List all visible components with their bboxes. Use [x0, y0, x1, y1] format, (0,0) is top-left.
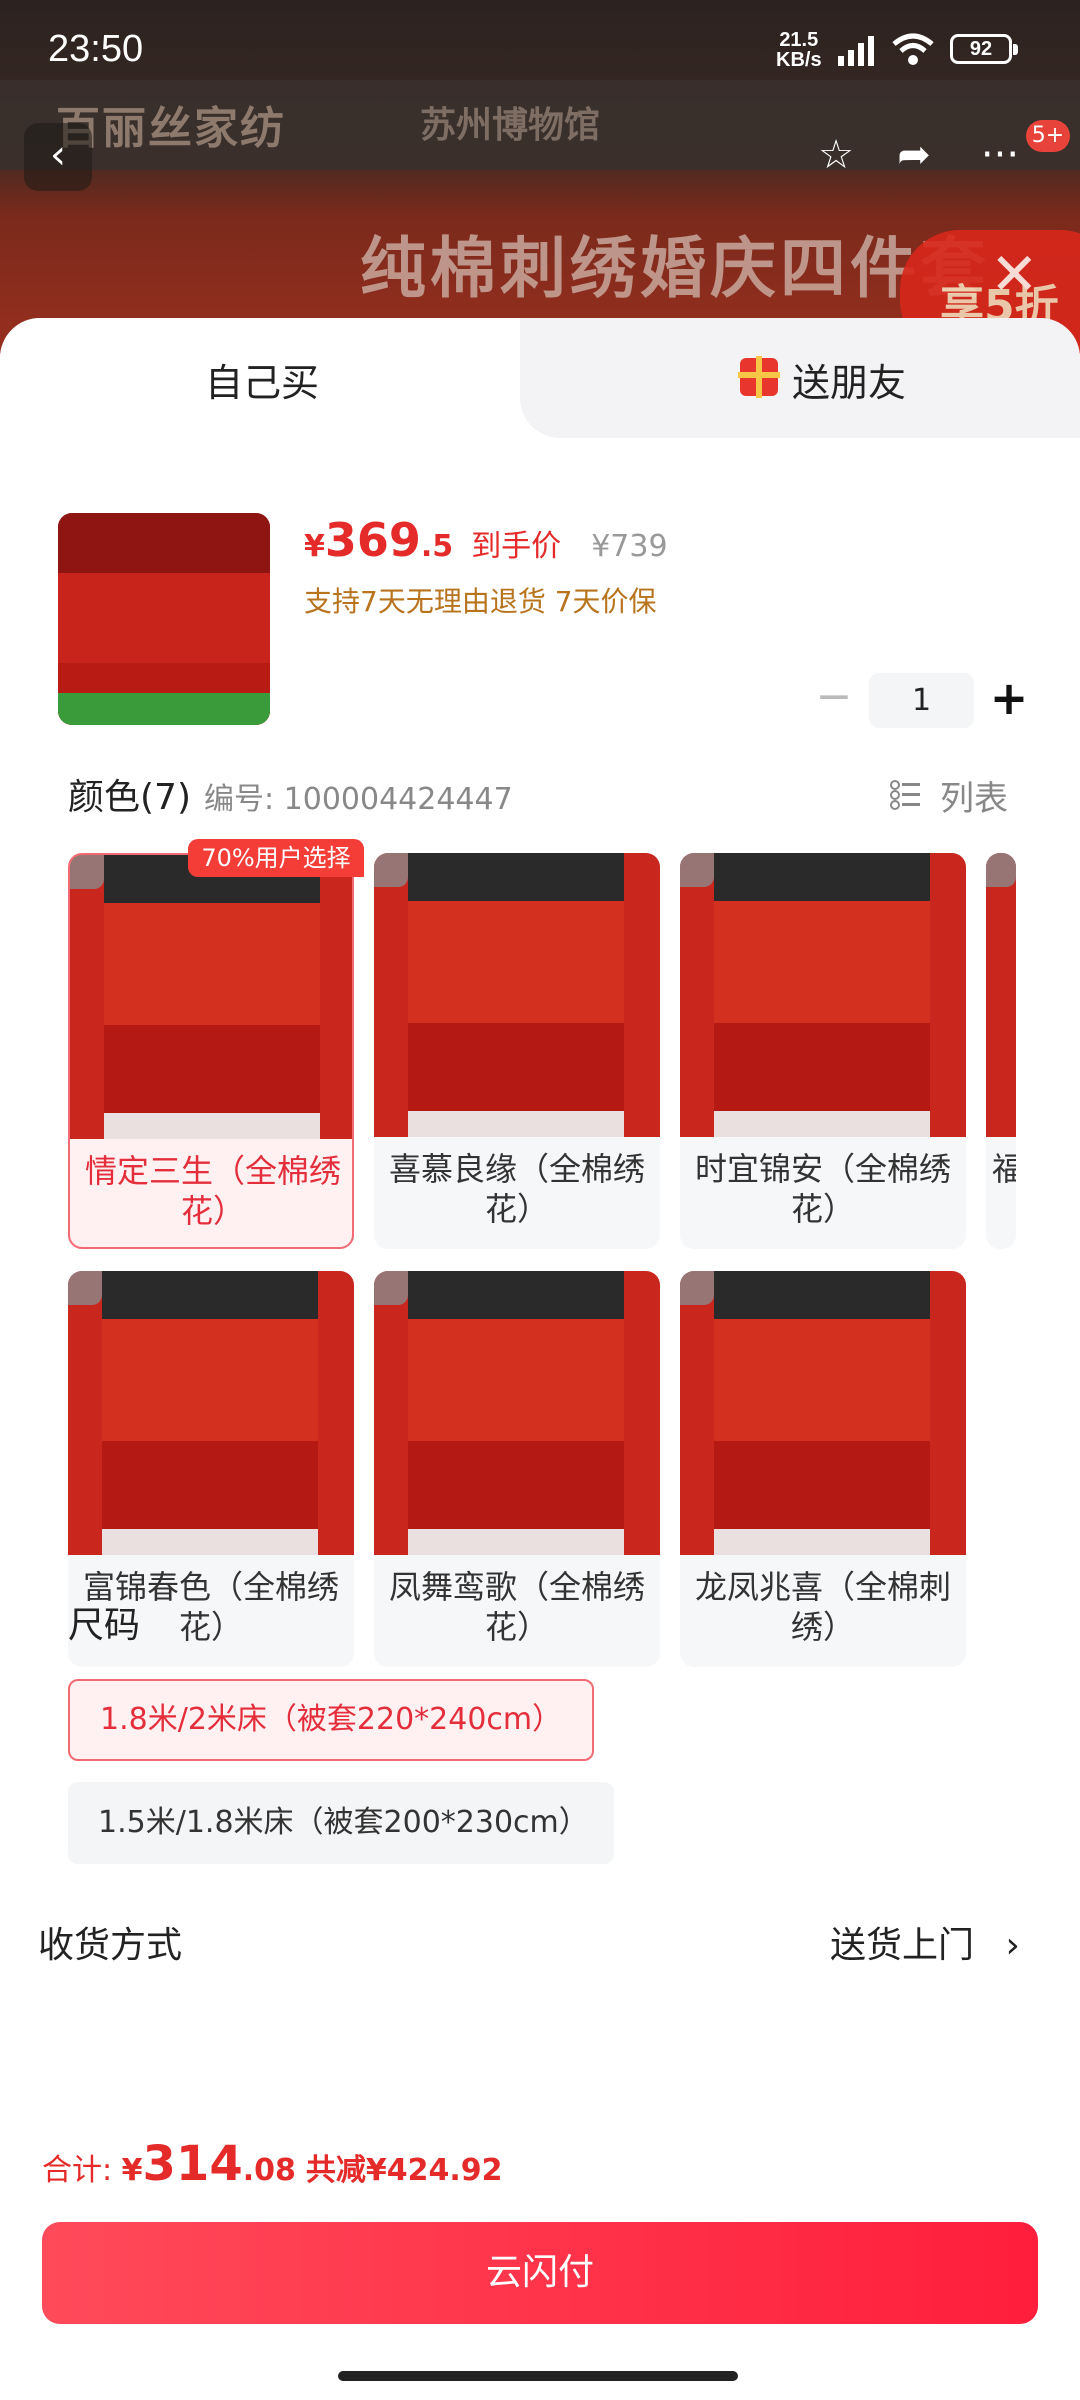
color-option-label: 龙凤兆喜（全棉刺绣）: [694, 1568, 951, 1646]
color-option-label: 凤舞鸾歌（全棉绣花）: [388, 1568, 645, 1646]
net-speed-value: 21.5: [779, 29, 819, 51]
expand-corner-icon[interactable]: [986, 853, 1016, 887]
size-option-1[interactable]: 1.8米/2米床（被套220*240cm）: [68, 1679, 594, 1761]
total-currency: ¥: [121, 2153, 143, 2188]
color-option-label: 时宜锦安（全棉绣花）: [694, 1150, 951, 1228]
total-price: 合计: ¥314.08 共减¥424.92: [42, 2136, 503, 2192]
price-note: 到手价: [471, 529, 562, 564]
total-savings: 共减¥424.92: [305, 2153, 503, 2188]
color-thumb: [986, 853, 1016, 1137]
color-thumb: [680, 853, 966, 1137]
banner-title: 纯棉刺绣婚庆四件套: [360, 230, 990, 307]
price-decimal: .5: [420, 529, 454, 564]
chevron-right-icon: ›: [1005, 1925, 1020, 1966]
color-option-label: 情定三生（全棉绣花）: [84, 1152, 341, 1230]
price-currency: ¥: [304, 529, 325, 564]
expand-corner-icon[interactable]: [70, 855, 104, 889]
thumb-header: [58, 513, 270, 573]
color-option-4[interactable]: 福: [986, 853, 1016, 1249]
size-option-2[interactable]: 1.5米/1.8米床（被套200*230cm）: [68, 1782, 614, 1864]
expand-corner-icon[interactable]: [374, 1271, 408, 1305]
gift-icon: [738, 356, 780, 398]
color-heading: 颜色(7): [68, 777, 191, 818]
back-icon: ‹: [50, 132, 66, 178]
quantity-stepper: − 1 +: [814, 673, 1044, 728]
decrease-button[interactable]: −: [814, 673, 854, 728]
share-button[interactable]: ➦: [880, 123, 948, 191]
home-indicator[interactable]: [338, 2371, 738, 2381]
expand-corner-icon[interactable]: [680, 1271, 714, 1305]
quantity-field[interactable]: 1: [869, 673, 974, 728]
price-integer: 369: [324, 513, 421, 567]
color-thumb: [70, 855, 352, 1139]
battery-indicator: 92: [950, 34, 1018, 64]
color-thumb: [374, 853, 660, 1137]
back-button[interactable]: ‹: [24, 123, 92, 191]
increase-button[interactable]: +: [984, 673, 1034, 728]
color-option-6[interactable]: 凤舞鸾歌（全棉绣花）: [374, 1271, 660, 1667]
product-thumbnail[interactable]: [58, 513, 270, 725]
status-time: 23:50: [48, 28, 144, 70]
purchase-sheet: 自己买 送朋友 ¥369.5 到手价 ¥739 支持7天无理由退货 7天价保 − 1…: [0, 318, 1080, 2400]
star-icon: ☆: [818, 132, 854, 178]
color-thumb: [374, 1271, 660, 1555]
color-option-7[interactable]: 龙凤兆喜（全棉刺绣）: [680, 1271, 966, 1667]
tab-buy-for-self[interactable]: 自己买: [205, 352, 319, 407]
close-button[interactable]: ✕: [990, 240, 1039, 308]
net-speed-unit: KB/s: [776, 49, 822, 71]
checkout-footer: 合计: ¥314.08 共减¥424.92 云闪付: [0, 2092, 1080, 2400]
sheet-content: ¥369.5 到手价 ¥739 支持7天无理由退货 7天价保 − 1 + 颜色(7)…: [24, 438, 1054, 2000]
color-option-1[interactable]: 情定三生（全棉绣花）: [68, 853, 354, 1249]
network-speed: 21.5 KB/s: [776, 30, 822, 70]
signal-icon: [838, 36, 874, 66]
purchase-tabs: 自己买 送朋友: [0, 318, 1080, 438]
total-label: 合计:: [42, 2153, 122, 2188]
expand-corner-icon[interactable]: [680, 853, 714, 887]
color-option-3[interactable]: 时宜锦安（全棉绣花）: [680, 853, 966, 1249]
total-decimal: .08: [242, 2153, 296, 2188]
options-card: ¥369.5 到手价 ¥739 支持7天无理由退货 7天价保 − 1 + 颜色(7)…: [24, 438, 1054, 2000]
thumb-badge: [58, 693, 270, 725]
original-price: ¥739: [591, 529, 668, 564]
wifi-icon: [892, 33, 934, 65]
color-option-2[interactable]: 喜慕良缘（全棉绣花）: [374, 853, 660, 1249]
list-view-icon: [890, 780, 920, 810]
guarantee-text: 支持7天无理由退货 7天价保: [304, 585, 657, 618]
more-button[interactable]: ···: [966, 123, 1034, 191]
popular-tag: 70%用户选择: [188, 839, 364, 877]
delivery-value[interactable]: 送货上门 ›: [830, 1916, 1020, 1968]
total-integer: 314: [142, 2136, 243, 2192]
tab-send-to-friend[interactable]: 送朋友: [792, 352, 906, 407]
notification-badge: 5+: [1026, 120, 1070, 152]
expand-corner-icon[interactable]: [374, 853, 408, 887]
favorite-button[interactable]: ☆: [802, 123, 870, 191]
unionpay-button[interactable]: 云闪付: [42, 2222, 1038, 2324]
color-option-label: 喜慕良缘（全棉绣花）: [388, 1150, 645, 1228]
size-heading: 尺码: [68, 1605, 141, 1646]
color-thumb: [680, 1271, 966, 1555]
color-thumb: [68, 1271, 354, 1555]
price-row: ¥369.5 到手价 ¥739: [304, 513, 668, 573]
brand-logo-right: 苏州博物馆: [420, 105, 601, 146]
expand-corner-icon[interactable]: [68, 1271, 102, 1305]
status-bar: 23:50 21.5 KB/s 92: [0, 0, 1080, 100]
delivery-value-text: 送货上门: [830, 1925, 975, 1966]
close-icon: ✕: [990, 240, 1039, 308]
more-icon: ···: [980, 132, 1020, 178]
sku-number: 编号: 100004424447: [204, 782, 513, 817]
color-option-label: 福: [992, 1150, 1016, 1188]
list-view-toggle[interactable]: 列表: [940, 771, 1008, 820]
delivery-label: 收货方式: [38, 1925, 183, 1966]
share-icon: ➦: [897, 132, 931, 178]
